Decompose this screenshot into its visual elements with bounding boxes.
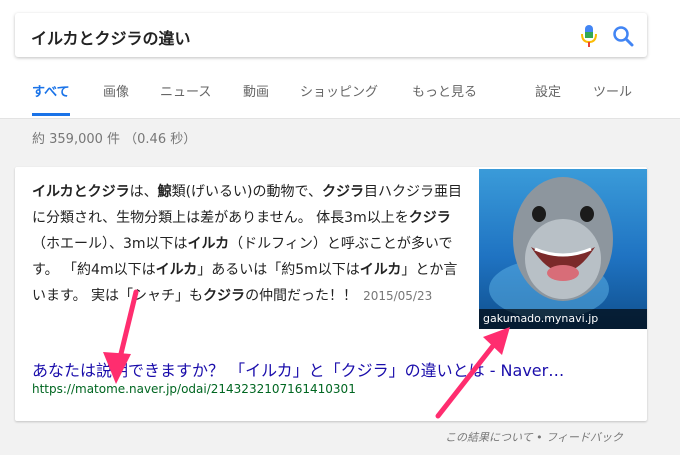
snippet-highlight: イルカ (359, 262, 402, 278)
search-tabs: すべて 画像 ニュース 動画 ショッピング もっと見る 設定 ツール (0, 84, 680, 118)
tab-videos[interactable]: 動画 (243, 84, 269, 116)
tab-tools[interactable]: ツール (593, 84, 632, 116)
snippet-text-part: の仲間だった！！ (245, 288, 358, 304)
snippet-text-part: 」あるいは「約5m以下は (197, 262, 360, 278)
result-url[interactable]: https://matome.naver.jp/odai/21432321071… (32, 382, 356, 396)
snippet-highlight: クジラ (408, 210, 451, 226)
snippet-text: イルカとクジラは、鯨類(げいるい)の動物で、クジラ目ハクジラ亜目に分類され、生物… (32, 179, 467, 309)
feedback-link[interactable]: この結果について • フィードバック (445, 429, 623, 445)
search-icon[interactable] (612, 25, 634, 47)
snippet-highlight: イルカ (187, 236, 230, 252)
snippet-highlight: クジラ (321, 184, 364, 200)
top-bar: イルカとクジラの違い すべて 画像 ニュース 動画 ショッピング もっと見る 設… (0, 0, 680, 119)
microphone-icon[interactable] (580, 24, 598, 48)
tab-more[interactable]: もっと見る (412, 84, 477, 116)
image-source-label: gakumado.mynavi.jp (479, 309, 647, 329)
tab-images[interactable]: 画像 (103, 84, 129, 116)
tab-shopping[interactable]: ショッピング (300, 84, 378, 116)
dolphin-image (489, 177, 613, 319)
featured-snippet-card: イルカとクジラは、鯨類(げいるい)の動物で、クジラ目ハクジラ亜目に分類され、生物… (15, 167, 647, 421)
snippet-highlight: イルカ (155, 262, 198, 278)
tab-news[interactable]: ニュース (160, 84, 211, 116)
snippet-text-part: は、 (129, 184, 158, 200)
snippet-text-part: （ホエール）、3m以下は (32, 236, 188, 252)
snippet-highlight: クジラ (203, 288, 246, 304)
snippet-date: 2015/05/23 (363, 289, 433, 303)
tab-all[interactable]: すべて (32, 84, 70, 116)
snippet-highlight: イルカとクジラ (32, 184, 130, 200)
snippet-text-part: 類(げいるい)の動物で、 (171, 184, 322, 200)
result-stats: 約 359,000 件 （0.46 秒） (32, 132, 197, 147)
snippet-body: イルカとクジラは、鯨類(げいるい)の動物で、クジラ目ハクジラ亜目に分類され、生物… (32, 184, 462, 304)
snippet-image[interactable]: gakumado.mynavi.jp (479, 169, 647, 329)
result-title-link[interactable]: あなたは説明できますか？ 「イルカ」と「クジラ」の違いとは - Naver… (32, 357, 632, 381)
snippet-highlight: 鯨 (157, 184, 172, 200)
tab-settings[interactable]: 設定 (535, 84, 561, 116)
search-input[interactable]: イルカとクジラの違い (31, 25, 191, 49)
search-box[interactable]: イルカとクジラの違い (15, 13, 647, 57)
